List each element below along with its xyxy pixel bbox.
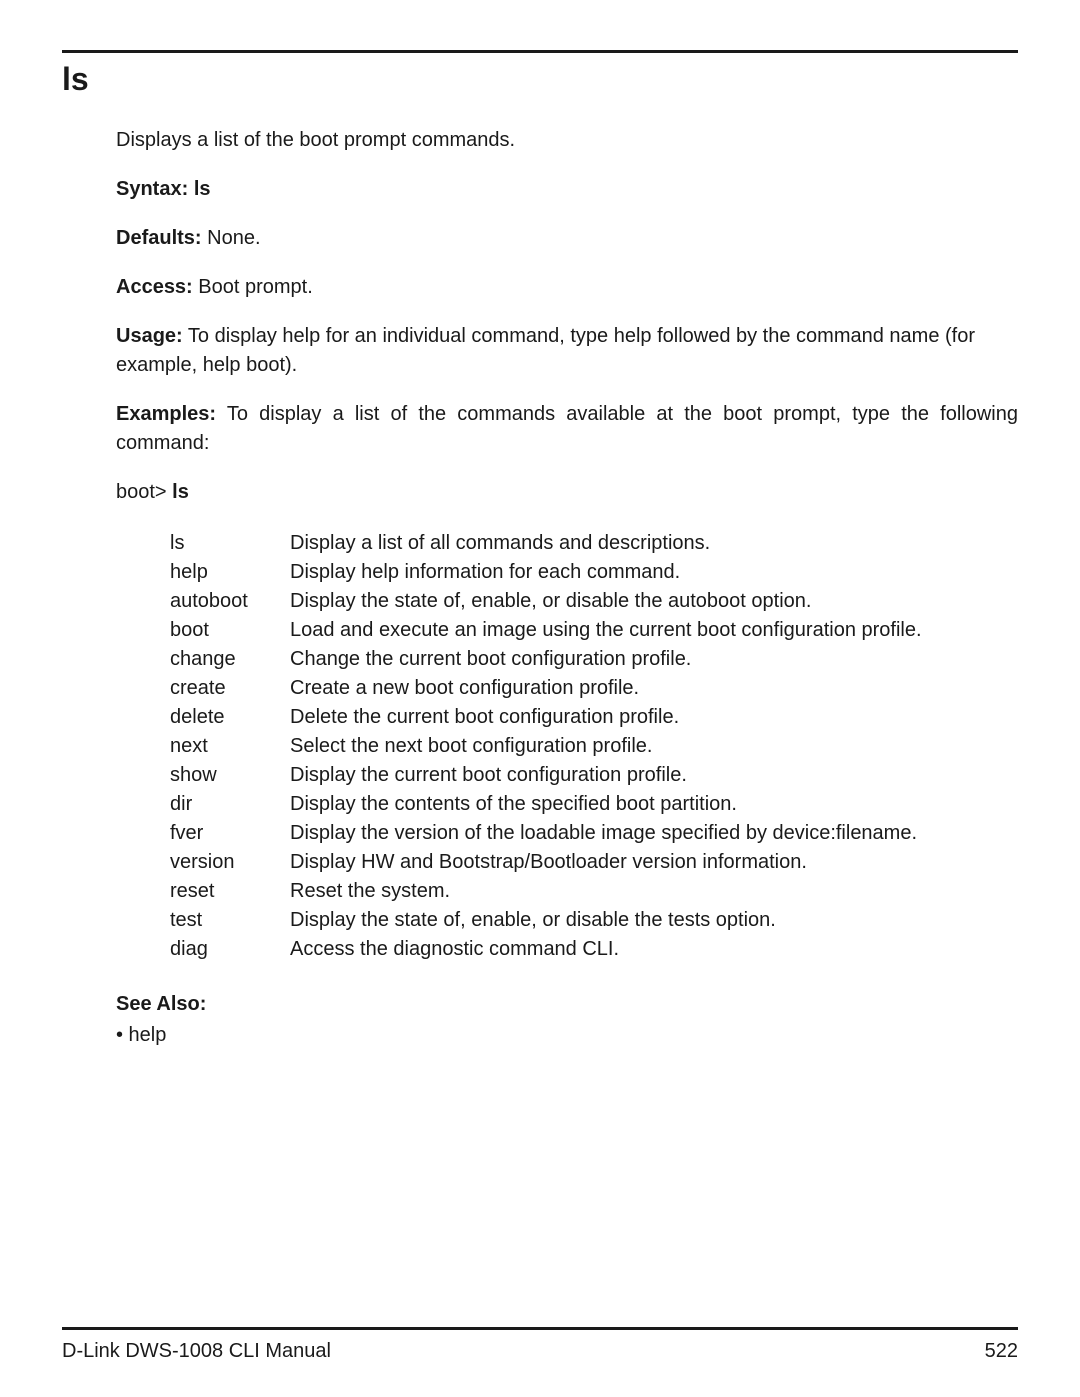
prompt-command: ls <box>172 481 189 503</box>
access-value: Boot prompt. <box>198 276 313 298</box>
command-name: boot <box>170 616 290 645</box>
command-desc: Display the contents of the specified bo… <box>290 790 1018 819</box>
defaults-line: Defaults: None. <box>116 224 1018 253</box>
command-row: resetReset the system. <box>170 877 1018 906</box>
command-name: fver <box>170 819 290 848</box>
footer-manual-title: D-Link DWS-1008 CLI Manual <box>62 1340 331 1363</box>
command-name: delete <box>170 703 290 732</box>
command-desc: Display the current boot configuration p… <box>290 761 1018 790</box>
defaults-value: None. <box>207 227 260 249</box>
command-name: create <box>170 674 290 703</box>
command-desc: Delete the current boot configuration pr… <box>290 703 1018 732</box>
command-row: lsDisplay a list of all commands and des… <box>170 529 1018 558</box>
usage-value: To display help for an individual comman… <box>116 325 975 376</box>
defaults-label: Defaults: <box>116 227 202 249</box>
see-also-item: • help <box>116 1021 1018 1050</box>
top-horizontal-rule <box>62 50 1018 53</box>
command-name: help <box>170 558 290 587</box>
command-name: next <box>170 732 290 761</box>
command-row: fverDisplay the version of the loadable … <box>170 819 1018 848</box>
syntax-line: Syntax: ls <box>116 175 1018 204</box>
footer-horizontal-rule <box>62 1327 1018 1330</box>
prompt-prefix: boot> <box>116 481 167 503</box>
syntax-label: Syntax: <box>116 178 188 200</box>
usage-line: Usage: To display help for an individual… <box>116 322 1018 380</box>
command-row: nextSelect the next boot configuration p… <box>170 732 1018 761</box>
command-name: diag <box>170 935 290 964</box>
command-row: showDisplay the current boot configurati… <box>170 761 1018 790</box>
command-list: lsDisplay a list of all commands and des… <box>116 529 1018 964</box>
command-desc: Access the diagnostic command CLI. <box>290 935 1018 964</box>
syntax-value: ls <box>194 178 211 200</box>
command-name: version <box>170 848 290 877</box>
examples-value: To display a list of the commands availa… <box>116 403 1018 454</box>
see-also-label: See Also: <box>116 990 1018 1019</box>
command-desc: Display the state of, enable, or disable… <box>290 587 1018 616</box>
command-row: bootLoad and execute an image using the … <box>170 616 1018 645</box>
command-name: test <box>170 906 290 935</box>
command-row: autobootDisplay the state of, enable, or… <box>170 587 1018 616</box>
command-name: ls <box>170 529 290 558</box>
footer-page-number: 522 <box>985 1340 1018 1363</box>
command-row: helpDisplay help information for each co… <box>170 558 1018 587</box>
command-name: autoboot <box>170 587 290 616</box>
command-row: changeChange the current boot configurat… <box>170 645 1018 674</box>
intro-text: Displays a list of the boot prompt comma… <box>116 126 1018 155</box>
access-line: Access: Boot prompt. <box>116 273 1018 302</box>
command-name: show <box>170 761 290 790</box>
command-name: reset <box>170 877 290 906</box>
command-desc: Select the next boot configuration profi… <box>290 732 1018 761</box>
command-desc: Display the state of, enable, or disable… <box>290 906 1018 935</box>
command-name: change <box>170 645 290 674</box>
page-footer: D-Link DWS-1008 CLI Manual 522 <box>62 1327 1018 1363</box>
usage-label: Usage: <box>116 325 183 347</box>
access-label: Access: <box>116 276 193 298</box>
prompt-line: boot> ls <box>116 478 1018 507</box>
command-desc: Change the current boot configuration pr… <box>290 645 1018 674</box>
command-desc: Display the version of the loadable imag… <box>290 819 1018 848</box>
command-desc: Load and execute an image using the curr… <box>290 616 1018 645</box>
command-desc: Reset the system. <box>290 877 1018 906</box>
command-row: deleteDelete the current boot configurat… <box>170 703 1018 732</box>
command-desc: Display HW and Bootstrap/Bootloader vers… <box>290 848 1018 877</box>
command-name: dir <box>170 790 290 819</box>
command-row: createCreate a new boot configuration pr… <box>170 674 1018 703</box>
examples-label: Examples: <box>116 403 216 425</box>
command-row: diagAccess the diagnostic command CLI. <box>170 935 1018 964</box>
command-row: testDisplay the state of, enable, or dis… <box>170 906 1018 935</box>
examples-line: Examples: To display a list of the comma… <box>116 400 1018 458</box>
command-title: ls <box>62 61 1018 98</box>
command-desc: Display help information for each comman… <box>290 558 1018 587</box>
command-row: dirDisplay the contents of the specified… <box>170 790 1018 819</box>
command-desc: Create a new boot configuration profile. <box>290 674 1018 703</box>
command-desc: Display a list of all commands and descr… <box>290 529 1018 558</box>
command-row: versionDisplay HW and Bootstrap/Bootload… <box>170 848 1018 877</box>
